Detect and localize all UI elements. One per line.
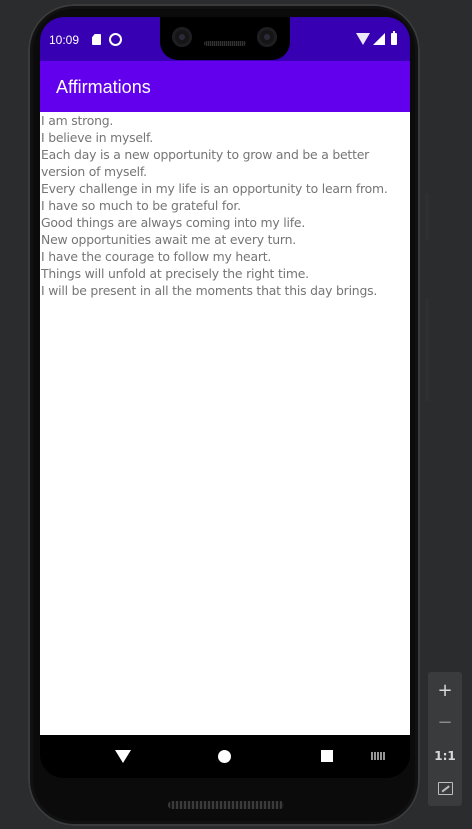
status-time: 10:09 — [49, 33, 80, 47]
keyboard-icon[interactable] — [371, 752, 386, 760]
affirmation-item: I believe in myself. — [41, 130, 154, 145]
affirmation-item: I will be present in all the moments tha… — [41, 283, 378, 298]
sd-card-icon — [92, 34, 101, 45]
power-button — [425, 193, 429, 241]
wifi-icon — [356, 33, 370, 45]
sync-icon — [109, 33, 122, 46]
affirmation-item: New opportunities await me at every turn… — [41, 232, 296, 247]
home-icon[interactable] — [218, 750, 231, 763]
zoom-out-button[interactable]: − — [428, 707, 462, 739]
back-icon[interactable] — [115, 750, 131, 763]
bottom-speaker-grille — [168, 801, 284, 809]
fit-screen-icon — [438, 782, 453, 795]
zoom-in-button[interactable]: + — [428, 675, 462, 707]
front-camera-left — [172, 27, 192, 47]
app-bar: Affirmations — [40, 61, 410, 112]
signal-icon — [373, 33, 385, 45]
actual-size-button[interactable]: 1:1 — [428, 740, 462, 772]
display-notch — [160, 17, 290, 60]
battery-icon — [391, 31, 397, 45]
volume-button — [425, 298, 429, 402]
emulator-zoom-controls: + − 1:1 — [428, 672, 462, 806]
affirmation-item: Every challenge in my life is an opportu… — [41, 181, 388, 196]
app-title: Affirmations — [56, 77, 151, 97]
affirmation-item: Each day is a new opportunity to grow an… — [41, 147, 370, 179]
affirmation-item: I have so much to be grateful for. — [41, 198, 241, 213]
device-screen: 10:09 Affirmations I am strong. I believ… — [40, 17, 410, 778]
front-camera-right — [257, 27, 277, 47]
navigation-bar — [40, 735, 410, 778]
fit-screen-button[interactable] — [428, 772, 462, 804]
affirmation-item: Things will unfold at precisely the righ… — [41, 266, 309, 281]
affirmation-item: I have the courage to follow my heart. — [41, 249, 272, 264]
earpiece-speaker — [204, 41, 246, 46]
recents-icon[interactable] — [321, 750, 333, 762]
affirmation-item: Good things are always coming into my li… — [41, 215, 306, 230]
affirmation-item: I am strong. — [41, 113, 114, 128]
affirmations-list[interactable]: I am strong. I believe in myself. Each d… — [40, 112, 410, 735]
